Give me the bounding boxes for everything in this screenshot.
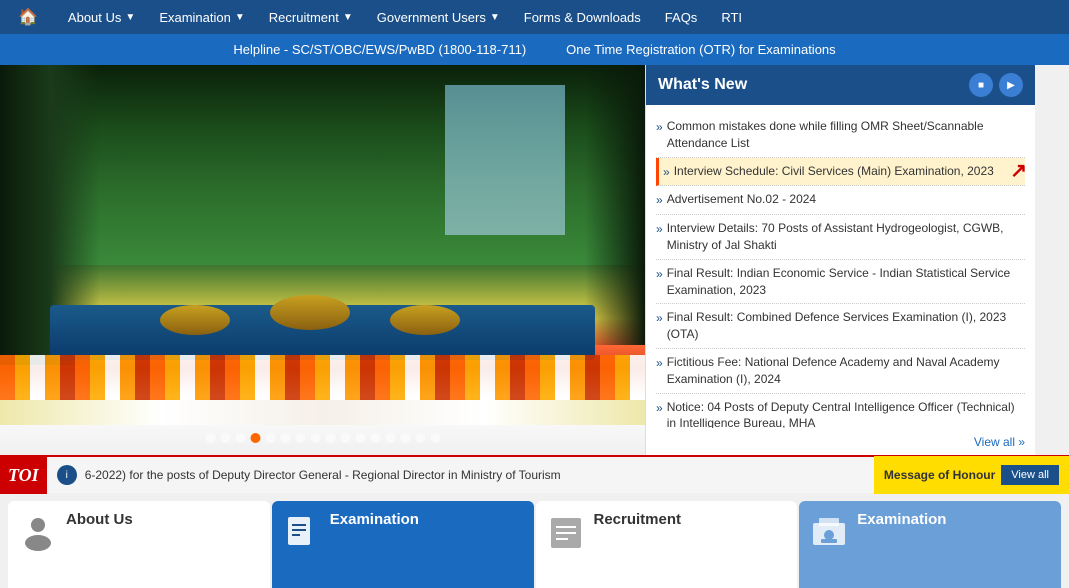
- nav-about-us[interactable]: About Us ▼: [56, 0, 147, 34]
- main-content-area: What's New ■ ▶ » Common mistakes done wh…: [0, 65, 1069, 455]
- slider-dot-8[interactable]: [310, 433, 320, 443]
- slider-dots: [205, 433, 440, 443]
- nav-recruitment-label: Recruitment: [269, 10, 339, 25]
- exam4-card-title: Examination: [857, 511, 946, 528]
- slider-dot-11[interactable]: [355, 433, 365, 443]
- about-icon: [20, 515, 56, 558]
- bottom-card-examination[interactable]: Examination: [272, 501, 534, 588]
- message-honour-text: Message of Honour: [884, 468, 995, 482]
- news-item-5[interactable]: » Final Result: Combined Defence Service…: [656, 304, 1025, 349]
- news-bullet-2: »: [656, 192, 663, 209]
- message-honour: Message of Honour View all: [874, 456, 1069, 494]
- slider-image: [0, 65, 645, 455]
- news-text-5: Final Result: Combined Defence Services …: [667, 309, 1025, 343]
- slider-dot-5[interactable]: [265, 433, 275, 443]
- whats-new-header: What's New ■ ▶: [646, 65, 1035, 105]
- slider-dot-12[interactable]: [370, 433, 380, 443]
- stop-button[interactable]: ■: [969, 73, 993, 97]
- otr-link[interactable]: One Time Registration (OTR) for Examinat…: [566, 42, 835, 57]
- recruit-icon: [548, 515, 584, 558]
- news-bullet-7: »: [656, 400, 663, 428]
- toi-ticker: i 6-2022) for the posts of Deputy Direct…: [47, 465, 874, 485]
- about-card-title: About Us: [66, 511, 133, 528]
- top-navigation: 🏠 About Us ▼ Examination ▼ Recruitment ▼…: [0, 0, 1069, 34]
- news-bullet-6: »: [656, 355, 663, 388]
- whats-new-controls: ■ ▶: [969, 73, 1023, 97]
- news-bullet-4: »: [656, 266, 663, 299]
- bottom-card-exam4[interactable]: Examination: [799, 501, 1061, 588]
- view-all-link[interactable]: View all »: [974, 435, 1025, 449]
- nav-govt-users-label: Government Users: [377, 10, 486, 25]
- slider-dot-7[interactable]: [295, 433, 305, 443]
- bottom-card-about[interactable]: About Us: [8, 501, 270, 588]
- slider-dot-10[interactable]: [340, 433, 350, 443]
- news-text-6: Fictitious Fee: National Defence Academy…: [667, 354, 1025, 388]
- slider-dot-3[interactable]: [235, 433, 245, 443]
- slider-dot-4[interactable]: [250, 433, 260, 443]
- news-bullet-3: »: [656, 221, 663, 254]
- toi-logo: TOI: [0, 456, 47, 494]
- nav-faqs[interactable]: FAQs: [653, 0, 710, 34]
- nav-examination-arrow: ▼: [235, 12, 245, 23]
- nav-rti-label: RTI: [721, 10, 742, 25]
- slider-dot-9[interactable]: [325, 433, 335, 443]
- nav-forms-downloads-label: Forms & Downloads: [524, 10, 641, 25]
- toi-banner: TOI i 6-2022) for the posts of Deputy Di…: [0, 455, 1069, 493]
- arrow-indicator: ↗: [1010, 157, 1027, 185]
- news-text-1: Interview Schedule: Civil Services (Main…: [674, 163, 1025, 181]
- home-icon[interactable]: 🏠: [10, 1, 46, 33]
- nav-about-us-arrow: ▼: [125, 12, 135, 23]
- nav-govt-users[interactable]: Government Users ▼: [365, 0, 512, 34]
- whats-new-panel: What's New ■ ▶ » Common mistakes done wh…: [645, 65, 1035, 455]
- nav-faqs-label: FAQs: [665, 10, 698, 25]
- slider-dot-13[interactable]: [385, 433, 395, 443]
- nav-about-us-label: About Us: [68, 10, 121, 25]
- news-text-4: Final Result: Indian Economic Service - …: [667, 265, 1025, 299]
- whats-new-title: What's New: [658, 76, 747, 94]
- exam4-icon: [811, 515, 847, 558]
- nav-forms-downloads[interactable]: Forms & Downloads: [512, 0, 653, 34]
- nav-govt-users-arrow: ▼: [490, 12, 500, 23]
- news-item-1[interactable]: » Interview Schedule: Civil Services (Ma…: [656, 158, 1025, 187]
- ticker-icon: i: [57, 465, 77, 485]
- slider-dot-1[interactable]: [205, 433, 215, 443]
- ticker-text: 6-2022) for the posts of Deputy Director…: [85, 468, 561, 482]
- view-all-section: View all »: [646, 428, 1035, 455]
- whats-new-list: » Common mistakes done while filling OMR…: [646, 105, 1035, 428]
- slider-dot-14[interactable]: [400, 433, 410, 443]
- secondary-navigation: Helpline - SC/ST/OBC/EWS/PwBD (1800-118-…: [0, 34, 1069, 65]
- nav-recruitment-arrow: ▼: [343, 12, 353, 23]
- news-bullet-5: »: [656, 310, 663, 343]
- news-item-2[interactable]: » Advertisement No.02 - 2024: [656, 186, 1025, 215]
- news-item-0[interactable]: » Common mistakes done while filling OMR…: [656, 113, 1025, 158]
- news-item-3[interactable]: » Interview Details: 70 Posts of Assista…: [656, 215, 1025, 260]
- news-text-7: Notice: 04 Posts of Deputy Central Intel…: [667, 399, 1025, 428]
- exam-card-title: Examination: [330, 511, 419, 528]
- slider-dot-15[interactable]: [415, 433, 425, 443]
- news-item-4[interactable]: » Final Result: Indian Economic Service …: [656, 260, 1025, 305]
- play-button[interactable]: ▶: [999, 73, 1023, 97]
- slider-dot-6[interactable]: [280, 433, 290, 443]
- news-text-3: Interview Details: 70 Posts of Assistant…: [667, 220, 1025, 254]
- news-text-0: Common mistakes done while filling OMR S…: [667, 118, 1025, 152]
- image-slider: [0, 65, 645, 455]
- recruit-card-title: Recruitment: [594, 511, 682, 528]
- view-all-button[interactable]: View all: [1001, 465, 1059, 485]
- helpline-link[interactable]: Helpline - SC/ST/OBC/EWS/PwBD (1800-118-…: [233, 42, 526, 57]
- nav-examination-label: Examination: [159, 10, 231, 25]
- nav-examination[interactable]: Examination ▼: [147, 0, 256, 34]
- slider-dot-16[interactable]: [430, 433, 440, 443]
- news-bullet-1: »: [663, 164, 670, 181]
- nav-recruitment[interactable]: Recruitment ▼: [257, 0, 365, 34]
- bottom-card-recruitment[interactable]: Recruitment: [536, 501, 798, 588]
- bottom-cards-area: About Us Examination Recruitme: [0, 493, 1069, 588]
- news-text-2: Advertisement No.02 - 2024: [667, 191, 1025, 209]
- news-item-6[interactable]: » Fictitious Fee: National Defence Acade…: [656, 349, 1025, 394]
- slider-dot-2[interactable]: [220, 433, 230, 443]
- news-item-7[interactable]: » Notice: 04 Posts of Deputy Central Int…: [656, 394, 1025, 428]
- news-bullet-0: »: [656, 119, 663, 152]
- exam-icon: [284, 515, 320, 558]
- nav-rti[interactable]: RTI: [709, 0, 754, 34]
